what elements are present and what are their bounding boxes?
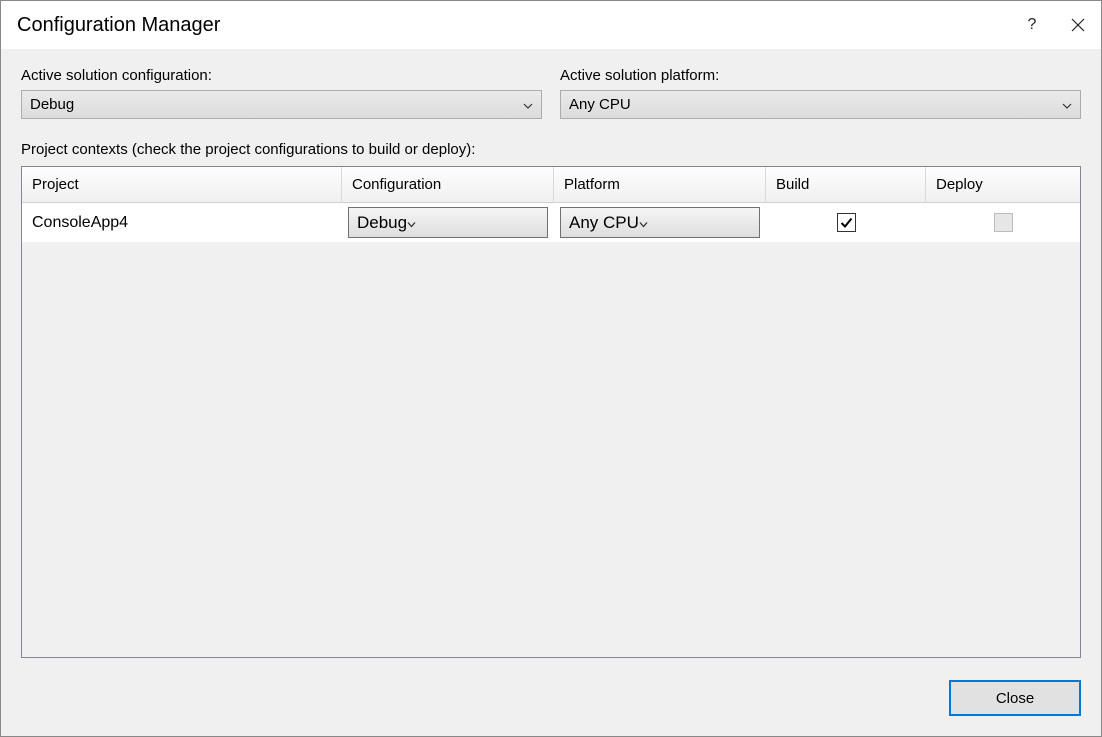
column-header-deploy[interactable]: Deploy bbox=[926, 167, 1080, 202]
close-icon bbox=[1071, 18, 1085, 32]
checkmark-icon bbox=[839, 215, 854, 230]
chevron-down-icon bbox=[523, 96, 533, 113]
grid-body: ConsoleApp4 Debug Any CPU bbox=[22, 203, 1080, 657]
help-button[interactable]: ? bbox=[1009, 1, 1055, 49]
solution-platform-value: Any CPU bbox=[569, 96, 631, 113]
build-checkbox[interactable] bbox=[837, 213, 856, 232]
grid-header: Project Configuration Platform Build Dep… bbox=[22, 167, 1080, 203]
window-close-button[interactable] bbox=[1055, 1, 1101, 49]
deploy-checkbox bbox=[994, 213, 1013, 232]
window-title: Configuration Manager bbox=[17, 14, 1009, 37]
project-contexts-label: Project contexts (check the project conf… bbox=[21, 141, 1081, 158]
dialog-footer: Close bbox=[21, 658, 1081, 716]
titlebar: Configuration Manager ? bbox=[1, 1, 1101, 49]
chevron-down-icon bbox=[639, 213, 648, 233]
solution-selectors: Active solution configuration: Debug Act… bbox=[21, 67, 1081, 119]
column-header-project[interactable]: Project bbox=[22, 167, 342, 202]
project-grid: Project Configuration Platform Build Dep… bbox=[21, 166, 1081, 658]
row-configuration-value: Debug bbox=[357, 213, 407, 233]
dialog-content: Active solution configuration: Debug Act… bbox=[1, 49, 1101, 736]
solution-config-dropdown[interactable]: Debug bbox=[21, 90, 542, 119]
row-platform-dropdown[interactable]: Any CPU bbox=[560, 207, 760, 238]
cell-project-name: ConsoleApp4 bbox=[22, 203, 342, 242]
column-header-build[interactable]: Build bbox=[766, 167, 926, 202]
close-button[interactable]: Close bbox=[949, 680, 1081, 716]
chevron-down-icon bbox=[1062, 96, 1072, 113]
row-configuration-dropdown[interactable]: Debug bbox=[348, 207, 548, 238]
row-platform-value: Any CPU bbox=[569, 213, 639, 233]
column-header-configuration[interactable]: Configuration bbox=[342, 167, 554, 202]
solution-platform-label: Active solution platform: bbox=[560, 67, 1081, 84]
solution-config-value: Debug bbox=[30, 96, 74, 113]
table-row: ConsoleApp4 Debug Any CPU bbox=[22, 203, 1080, 243]
column-header-platform[interactable]: Platform bbox=[554, 167, 766, 202]
solution-platform-dropdown[interactable]: Any CPU bbox=[560, 90, 1081, 119]
chevron-down-icon bbox=[407, 213, 416, 233]
solution-config-label: Active solution configuration: bbox=[21, 67, 542, 84]
